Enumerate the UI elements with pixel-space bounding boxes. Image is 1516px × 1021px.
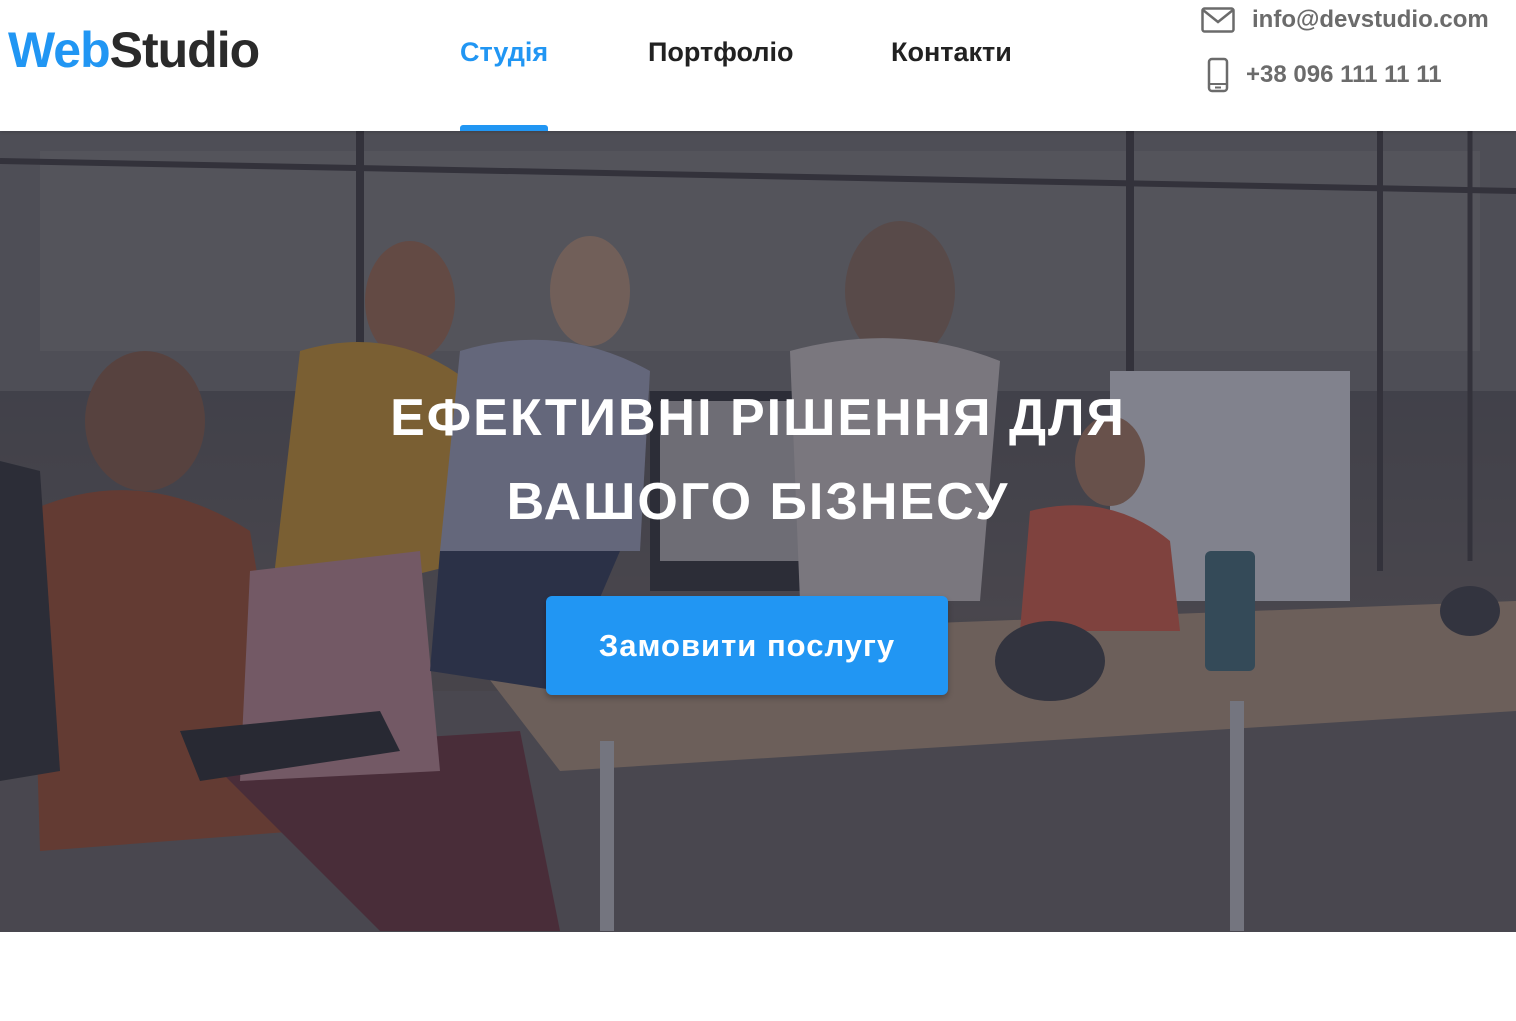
contact-phone-link[interactable]: +38 096 111 11 11 xyxy=(1200,55,1442,95)
nav-item-contacts[interactable]: Контакти xyxy=(891,34,1012,70)
order-service-button[interactable]: Замовити послугу xyxy=(546,596,948,695)
logo-rest: Studio xyxy=(109,22,261,78)
nav-active-indicator xyxy=(460,125,548,131)
nav-item-studio[interactable]: Студія xyxy=(460,34,548,70)
contact-email-link[interactable]: info@devstudio.com xyxy=(1200,0,1489,40)
envelope-icon xyxy=(1200,2,1236,38)
hero-section: ЕФЕКТИВНІ РІШЕННЯ ДЛЯ ВАШОГО БІЗНЕСУ Зам… xyxy=(0,131,1516,932)
hero-title-line-1: ЕФЕКТИВНІ РІШЕННЯ ДЛЯ xyxy=(390,389,1126,447)
hero-title: ЕФЕКТИВНІ РІШЕННЯ ДЛЯ ВАШОГО БІЗНЕСУ xyxy=(258,376,1258,544)
logo[interactable]: WebStudio xyxy=(8,22,261,78)
nav-item-portfolio[interactable]: Портфоліо xyxy=(648,34,794,70)
site-header: WebStudio Студія Портфоліо Контакти info… xyxy=(0,0,1516,131)
smartphone-icon xyxy=(1200,57,1236,93)
hero-title-line-2: ВАШОГО БІЗНЕСУ xyxy=(506,473,1010,531)
contact-phone: +38 096 111 11 11 xyxy=(1246,61,1442,88)
logo-accent: Web xyxy=(8,22,111,78)
contact-email: info@devstudio.com xyxy=(1252,6,1489,33)
